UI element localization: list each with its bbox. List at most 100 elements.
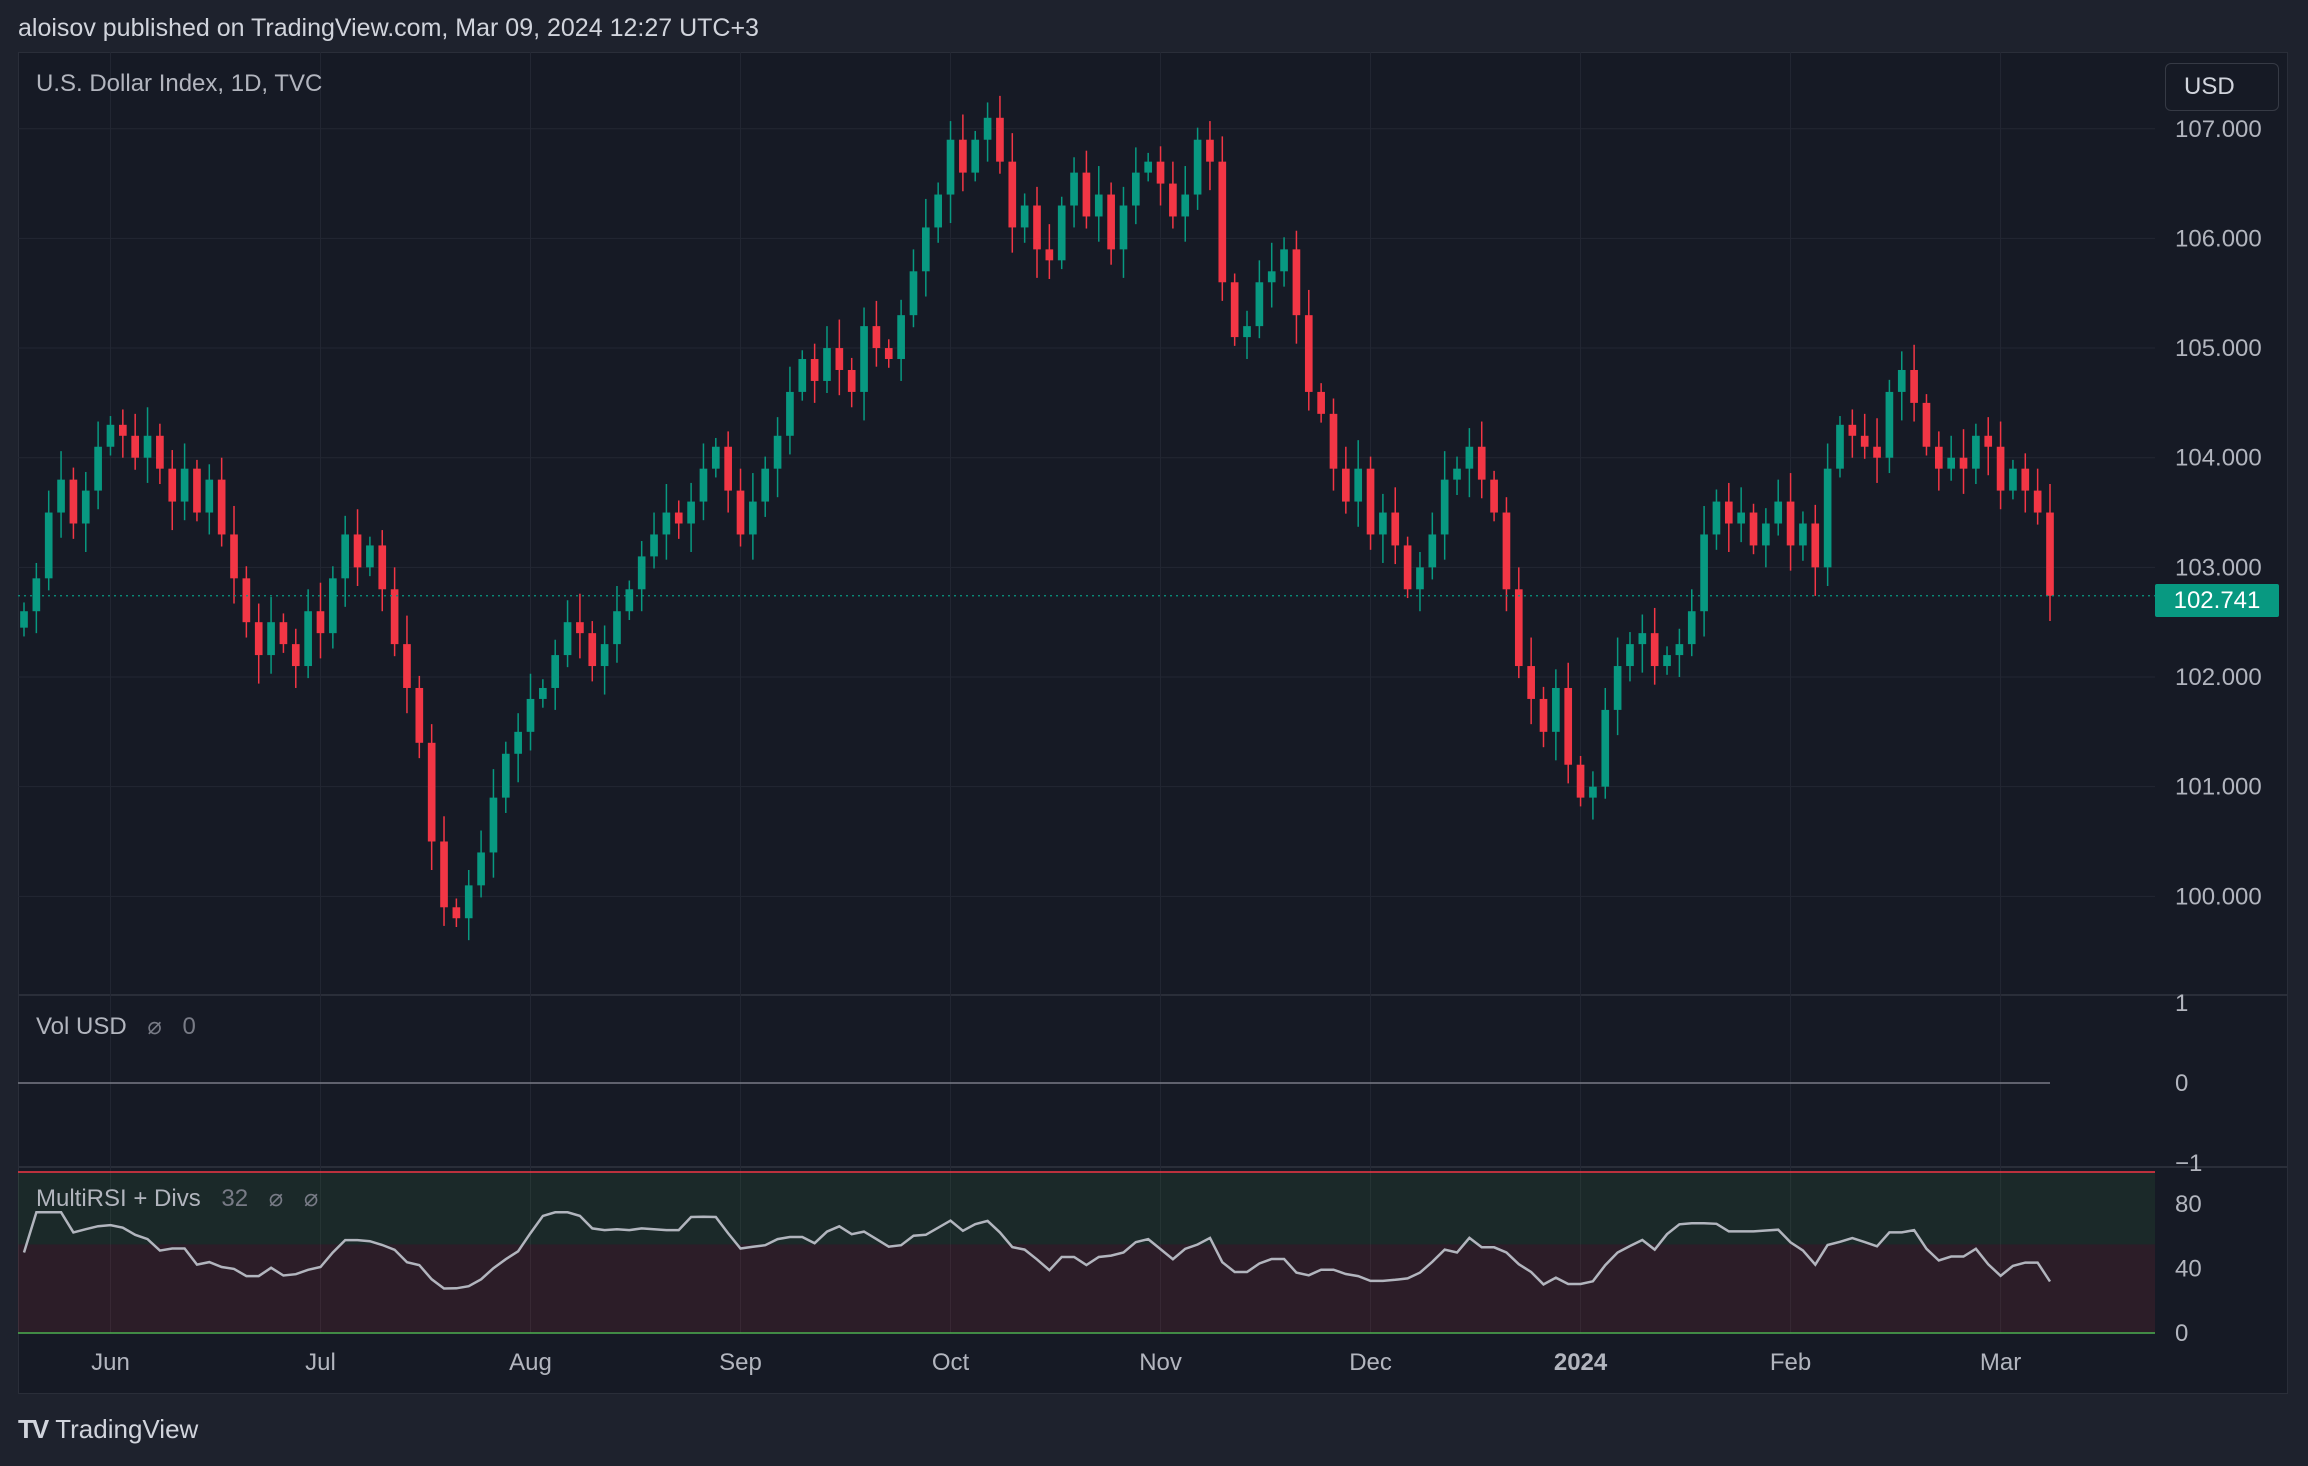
candle-body: [699, 468, 708, 502]
candle-body: [1008, 161, 1017, 228]
candle-body: [687, 501, 695, 524]
price-tick-label: 103.000: [2175, 554, 2262, 581]
candle-body: [2021, 468, 2030, 491]
candle-body: [1255, 282, 1264, 327]
candle-body: [1502, 512, 1511, 590]
candle-body: [143, 435, 152, 458]
candle-body: [1947, 457, 1956, 469]
candle-body: [452, 907, 461, 919]
candle-body: [57, 479, 65, 513]
hidden-eye-icon[interactable]: ⌀: [269, 1185, 283, 1212]
candle-body: [946, 139, 955, 195]
candle-body: [353, 534, 362, 568]
candle-body: [69, 479, 78, 524]
candle-body: [291, 644, 300, 667]
candle-body: [1749, 512, 1758, 546]
rsi-title: MultiRSI + Divs: [36, 1185, 201, 1212]
time-tick-label: Mar: [1980, 1349, 2021, 1376]
rsi-lower-zone: [18, 1244, 2155, 1333]
candle-body: [464, 885, 473, 919]
candle-body: [1329, 413, 1338, 469]
candle-body: [613, 611, 621, 645]
candle-body: [563, 622, 572, 656]
chart-canvas[interactable]: 100.000 101.000 102.000 103.000 104.000 105.0…: [0, 0, 2308, 1466]
candle-body: [1243, 326, 1251, 338]
candle-body: [403, 644, 411, 688]
candle-body: [909, 271, 918, 316]
candle-body: [884, 348, 893, 360]
candle-body: [1762, 523, 1770, 546]
rsi-value: 32: [221, 1185, 249, 1212]
candle-body: [366, 545, 374, 568]
candle-body: [1910, 369, 1918, 403]
candle-body: [1280, 249, 1288, 272]
candle-body: [971, 139, 980, 173]
candle-body: [217, 479, 226, 535]
hidden-eye-icon[interactable]: ⌀: [147, 1013, 161, 1040]
rsi-tick-label: 80: [2175, 1191, 2202, 1218]
candle-body: [1576, 764, 1585, 798]
time-tick-label: Nov: [1139, 1349, 1182, 1376]
candle-body: [329, 578, 337, 634]
time-tick-label: Dec: [1349, 1349, 1392, 1376]
candle-body: [1786, 501, 1795, 546]
candle-body: [1959, 457, 1968, 469]
candle-body: [1885, 391, 1894, 458]
candle-body: [996, 117, 1004, 162]
candle-body: [1416, 567, 1424, 590]
candle-body: [1428, 534, 1437, 568]
candle-body: [106, 424, 115, 447]
candle-body: [1774, 501, 1783, 524]
candle-body: [711, 446, 720, 469]
candle-body: [1675, 644, 1684, 656]
candle-body: [1082, 172, 1091, 217]
candle-body: [835, 348, 844, 370]
price-tick-label: 104.000: [2175, 445, 2262, 472]
price-tick-label: 100.000: [2175, 883, 2262, 910]
candle-body: [1304, 315, 1313, 392]
price-tick-label: 107.000: [2175, 116, 2262, 143]
candle-body: [2046, 512, 2054, 596]
time-tick-label: Sep: [719, 1349, 762, 1376]
rsi-zones: [18, 1171, 2155, 1334]
candle-body: [551, 655, 560, 688]
candle-body: [1107, 194, 1115, 250]
candle-body: [477, 852, 485, 886]
candle-body: [1033, 205, 1041, 250]
candle-body: [489, 797, 498, 853]
tradingview-brand[interactable]: TV TradingView: [18, 1414, 198, 1445]
candle-body: [1144, 161, 1153, 173]
price-tick-label: 105.000: [2175, 335, 2262, 362]
candle-body: [1663, 655, 1671, 667]
candle-body: [526, 698, 535, 732]
candle-body: [539, 687, 547, 699]
candle-body: [625, 589, 634, 612]
candle-body: [1317, 391, 1325, 414]
price-tick-label: 101.000: [2175, 774, 2262, 801]
candle-body: [2033, 490, 2042, 513]
candle-body: [1527, 666, 1535, 699]
candle-body: [1131, 172, 1140, 206]
candle-body: [1613, 666, 1622, 710]
candle-body: [798, 359, 807, 392]
candle-body: [1873, 446, 1881, 458]
tradingview-logo-icon: TV: [18, 1414, 49, 1444]
time-tick-label: Jul: [305, 1349, 336, 1376]
candle-body: [44, 512, 53, 579]
volume-pane-title: Vol USD ⌀ 0: [36, 1012, 196, 1041]
candle-body: [1119, 205, 1128, 250]
candle-body: [1094, 194, 1103, 217]
candle-body: [1230, 282, 1239, 338]
candle-body: [341, 534, 350, 579]
candle-body: [316, 611, 325, 634]
candle-body: [897, 315, 905, 360]
candle-body: [1342, 468, 1350, 502]
candle-body: [576, 622, 584, 634]
hidden-eye-icon[interactable]: ⌀: [304, 1185, 318, 1212]
candle-body: [427, 742, 436, 842]
currency-selector[interactable]: USD: [2165, 63, 2279, 111]
candle-body: [1601, 709, 1610, 787]
candle-body: [1354, 468, 1363, 502]
rsi-upper-zone: [18, 1172, 2155, 1245]
candle-body: [230, 534, 238, 579]
